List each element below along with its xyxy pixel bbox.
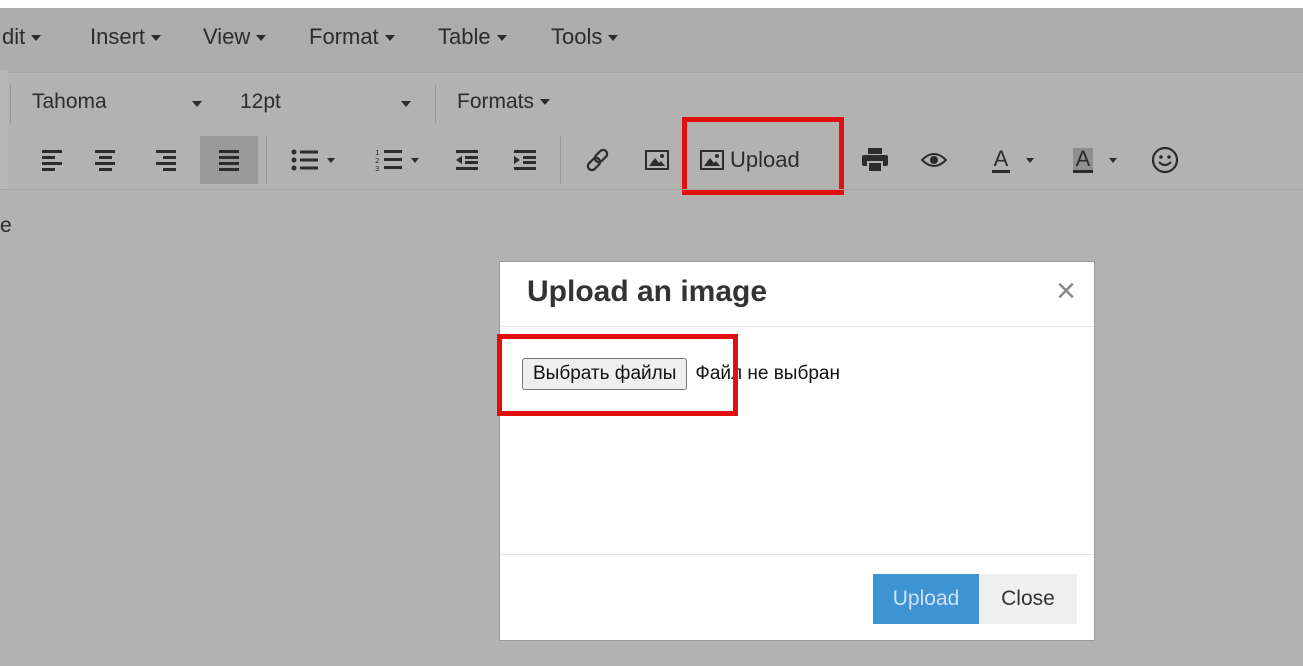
preview-button[interactable]	[914, 136, 954, 184]
toolbar-bottom-border	[0, 189, 1303, 190]
font-family-value: Tahoma	[32, 90, 107, 113]
font-size-select[interactable]: 12pt	[240, 90, 281, 114]
svg-text:3: 3	[375, 165, 379, 173]
numbered-list-button[interactable]: 1 2 3	[362, 136, 432, 184]
outdent-icon	[456, 150, 478, 170]
formats-select[interactable]: Formats	[457, 90, 551, 114]
menu-view-label: View	[203, 24, 251, 49]
chevron-down-icon	[327, 157, 335, 163]
insert-image-button[interactable]	[637, 136, 677, 184]
numbered-list-icon: 1 2 3	[375, 149, 402, 173]
menu-format[interactable]: Format	[309, 24, 395, 50]
indent-button[interactable]	[505, 136, 545, 184]
chevron-down-icon	[384, 35, 395, 42]
menu-edit-label: dit	[2, 24, 26, 49]
menu-table-label: Table	[438, 24, 491, 49]
text-color-button[interactable]: A	[978, 136, 1048, 184]
bullet-list-icon	[291, 149, 318, 171]
svg-text:1: 1	[375, 149, 379, 157]
align-left-button[interactable]	[32, 136, 72, 184]
upload-button[interactable]: Upload	[873, 574, 979, 624]
menu-insert[interactable]: Insert	[90, 24, 162, 50]
dialog-header: Upload an image ×	[500, 262, 1094, 327]
chevron-down-icon	[401, 101, 411, 107]
chevron-down-icon	[1026, 157, 1035, 163]
text-color-icon: A	[991, 145, 1011, 173]
emoticons-button[interactable]	[1145, 136, 1185, 184]
align-justify-button[interactable]	[200, 136, 258, 184]
svg-text:2: 2	[375, 157, 379, 165]
menu-table[interactable]: Table	[438, 24, 507, 50]
font-size-value: 12pt	[240, 90, 281, 113]
divider	[435, 84, 436, 124]
print-icon	[862, 148, 888, 172]
dialog-footer: Upload Close	[500, 554, 1094, 642]
outdent-button[interactable]	[447, 136, 487, 184]
divider	[10, 84, 11, 124]
background-color-button[interactable]: A	[1060, 136, 1130, 184]
close-button[interactable]: Close	[979, 574, 1077, 624]
chevron-down-icon	[31, 35, 42, 42]
chevron-down-icon	[608, 35, 619, 42]
divider	[840, 136, 841, 184]
font-family-select[interactable]: Tahoma	[32, 90, 107, 114]
divider	[266, 136, 267, 184]
menu-edit[interactable]: dit	[2, 24, 42, 50]
formats-label: Formats	[457, 90, 535, 113]
upload-dialog: Upload an image × Выбрать файлы Файл не …	[499, 261, 1095, 641]
image-icon	[645, 150, 669, 170]
highlight-box-upload	[682, 117, 844, 195]
align-center-button[interactable]	[85, 136, 125, 184]
indent-icon	[514, 150, 536, 170]
dialog-title: Upload an image	[527, 275, 768, 308]
align-right-icon	[156, 149, 176, 171]
close-icon[interactable]: ×	[1056, 274, 1076, 308]
divider	[560, 136, 561, 184]
menu-tools-label: Tools	[551, 24, 603, 49]
align-center-icon	[95, 149, 115, 171]
chevron-down-icon	[151, 35, 162, 42]
menu-insert-label: Insert	[90, 24, 146, 49]
preview-icon	[921, 153, 947, 167]
emoticon-icon	[1151, 146, 1179, 174]
chevron-down-icon	[1109, 157, 1118, 163]
chevron-down-icon	[256, 35, 267, 42]
menubar: dit Insert View Format Table Tools	[0, 8, 1303, 73]
chevron-down-icon	[192, 101, 202, 107]
menu-tools[interactable]: Tools	[551, 24, 619, 50]
chevron-down-icon	[540, 99, 551, 106]
align-left-icon	[42, 149, 62, 171]
align-justify-icon	[219, 149, 239, 171]
background-color-icon: A	[1072, 147, 1094, 173]
link-button[interactable]	[578, 136, 618, 184]
top-border	[0, 0, 1303, 8]
print-button[interactable]	[855, 136, 895, 184]
bullet-list-button[interactable]	[278, 136, 348, 184]
align-right-button[interactable]	[146, 136, 186, 184]
chevron-down-icon	[496, 35, 507, 42]
editor-content[interactable]: e	[0, 214, 12, 238]
menu-format-label: Format	[309, 24, 379, 49]
chevron-down-icon	[411, 157, 419, 163]
link-icon	[586, 148, 609, 172]
menu-view[interactable]: View	[203, 24, 267, 50]
highlight-box-choose-files	[497, 334, 738, 416]
